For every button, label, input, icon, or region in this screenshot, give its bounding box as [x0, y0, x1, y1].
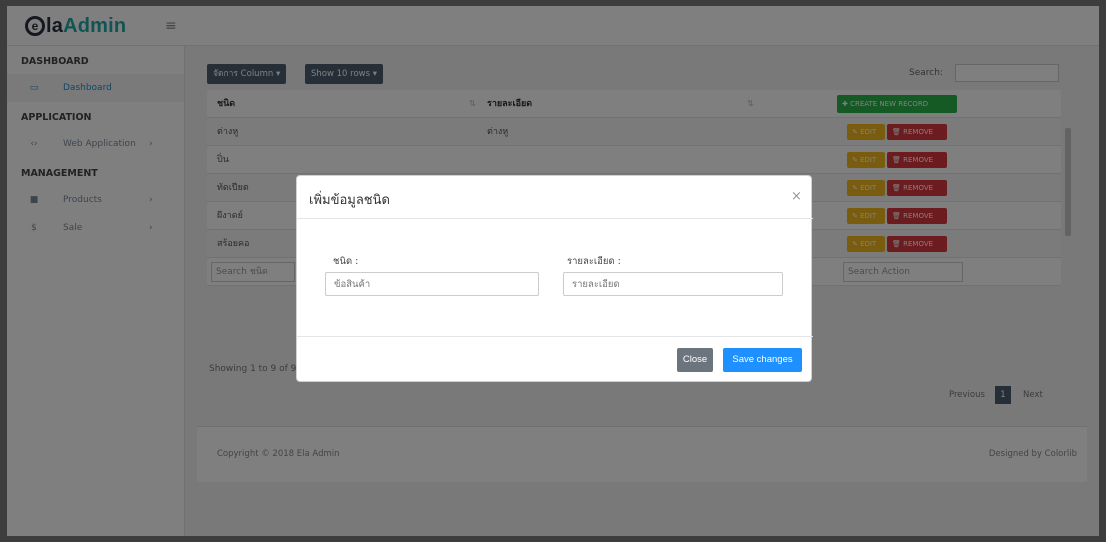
close-button[interactable]: Close — [677, 348, 713, 372]
modal-title: เพิ่มข้อมูลชนิด — [309, 193, 390, 208]
add-type-modal: เพิ่มข้อมูลชนิด × ชนิด : รายละเอียด : Cl… — [296, 175, 813, 382]
detail-field-label: รายละเอียด : — [567, 256, 621, 267]
modal-footer-divider — [297, 336, 813, 337]
close-icon[interactable]: × — [791, 189, 802, 204]
type-input[interactable] — [325, 272, 539, 296]
modal-header-divider — [297, 218, 813, 219]
type-field-label: ชนิด : — [333, 256, 359, 267]
save-changes-button[interactable]: Save changes — [723, 348, 802, 372]
detail-input[interactable] — [563, 272, 783, 296]
